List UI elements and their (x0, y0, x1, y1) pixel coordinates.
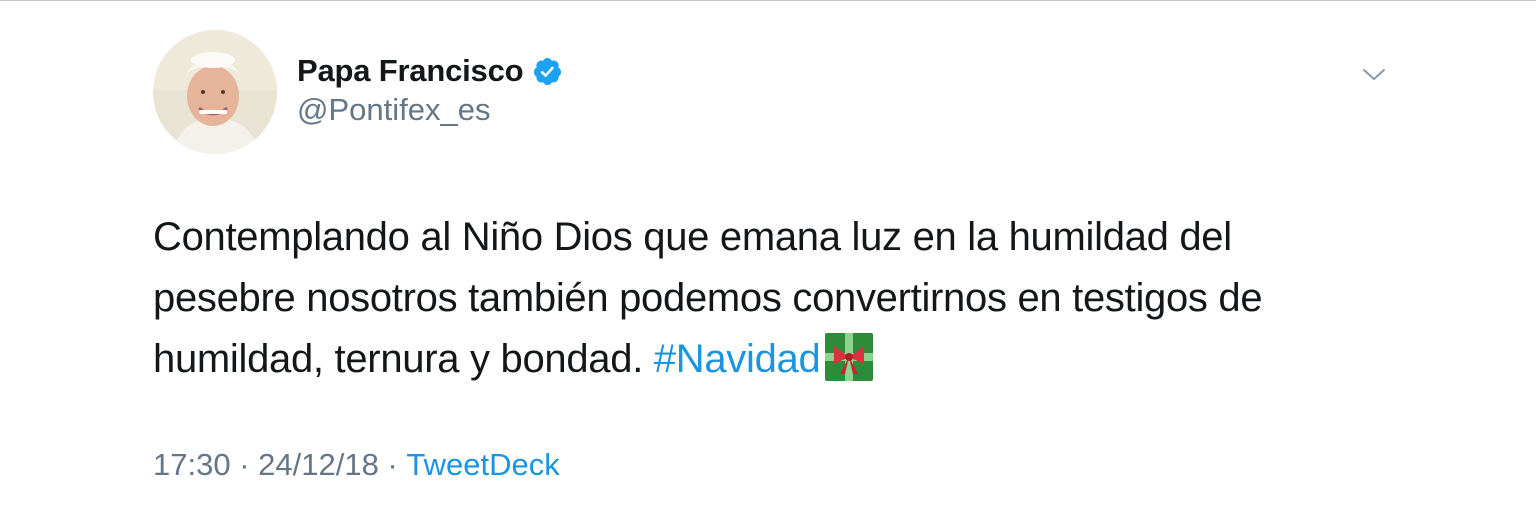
tweet-text: Contemplando al Niño Dios que emana luz … (153, 207, 1383, 390)
author-handle[interactable]: @Pontifex_es (297, 92, 490, 128)
tweet-source-link[interactable]: TweetDeck (406, 447, 559, 483)
wrapped-gift-emoji (825, 333, 874, 381)
tweet-time[interactable]: 17:30 (153, 447, 231, 483)
avatar[interactable] (153, 30, 277, 154)
meta-separator: · (230, 447, 259, 482)
chevron-down-icon[interactable] (1360, 63, 1388, 85)
avatar-image (153, 30, 277, 154)
author-name-row[interactable]: Papa Francisco (297, 51, 563, 91)
verified-badge-icon (534, 57, 562, 85)
meta-separator: · (378, 447, 407, 482)
tweet-meta: 17:30 · 24/12/18 · TweetDeck (153, 447, 560, 483)
author-display-name[interactable]: Papa Francisco (297, 53, 524, 89)
hashtag-link[interactable]: #Navidad (654, 337, 821, 381)
tweet-date[interactable]: 24/12/18 (258, 447, 379, 483)
